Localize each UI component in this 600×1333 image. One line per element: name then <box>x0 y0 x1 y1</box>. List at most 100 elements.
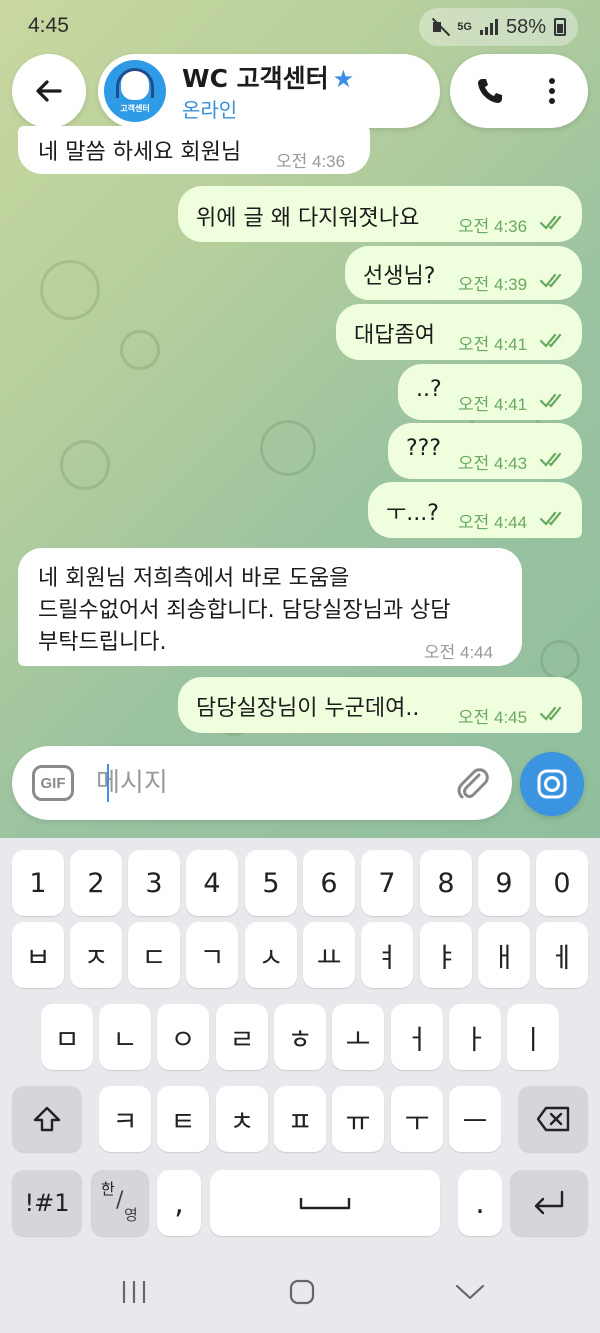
message-text: 선생님? <box>363 264 436 289</box>
message-text: ??? <box>406 436 442 461</box>
key-i[interactable]: ㅣ <box>507 1004 559 1070</box>
key-8[interactable]: 8 <box>420 850 472 916</box>
avatar[interactable]: 고객센터 <box>104 60 166 122</box>
headset-icon <box>116 68 154 98</box>
key-mieum[interactable]: ㅁ <box>41 1004 93 1070</box>
comma-key[interactable]: , <box>157 1170 201 1236</box>
key-yeo[interactable]: ㅕ <box>361 922 413 988</box>
message-text: 담당실장님이 누군데여.. <box>196 696 420 721</box>
key-chieut[interactable]: ㅊ <box>216 1086 268 1152</box>
back-nav-button[interactable] <box>440 1270 500 1314</box>
key-rieul[interactable]: ㄹ <box>216 1004 268 1070</box>
read-receipt-icon <box>540 393 562 408</box>
message-incoming[interactable]: 네 회원님 저희측에서 바로 도움을 드릴수없어서 죄송합니다. 담당실장님과 … <box>18 548 522 666</box>
recent-apps-icon <box>122 1281 146 1303</box>
read-receipt-icon <box>540 511 562 526</box>
signal-icon <box>479 19 498 35</box>
status-icons: 5G 58% <box>419 8 578 46</box>
more-options-button[interactable] <box>526 65 578 117</box>
message-time: 오전 4:41 <box>458 395 528 414</box>
message-outgoing[interactable]: 대답좀여 오전 4:41 <box>336 304 582 360</box>
header-actions <box>450 54 588 128</box>
lang-english-label: 영 <box>124 1206 138 1224</box>
message-time: 오전 4:36 <box>276 152 346 171</box>
message-time: 오전 4:36 <box>458 217 528 236</box>
gif-button[interactable]: GIF <box>32 765 74 801</box>
message-incoming[interactable]: 네 말씀 하세요 회원님 오전 4:36 <box>18 126 370 174</box>
key-nieun[interactable]: ㄴ <box>99 1004 151 1070</box>
key-yu[interactable]: ㅠ <box>332 1086 384 1152</box>
camera-button[interactable] <box>520 752 584 816</box>
mute-icon <box>431 18 449 36</box>
key-ya[interactable]: ㅑ <box>420 922 472 988</box>
background-doodle <box>120 330 160 370</box>
message-outgoing[interactable]: ㅜ...? 오전 4:44 <box>368 482 582 538</box>
key-a[interactable]: ㅏ <box>449 1004 501 1070</box>
avatar-label: 고객센터 <box>120 104 150 113</box>
space-key[interactable] <box>210 1170 440 1236</box>
message-text: ..? <box>416 377 442 402</box>
network-type: 5G <box>457 21 472 33</box>
background-doodle <box>60 440 110 490</box>
key-digeut[interactable]: ㄷ <box>128 922 180 988</box>
key-7[interactable]: 7 <box>361 850 413 916</box>
keyboard: 1 2 3 4 5 6 7 8 9 0 ㅂ ㅈ ㄷ ㄱ ㅅ ㅛ ㅕ ㅑ ㅐ ㅔ … <box>0 838 600 1248</box>
shift-icon <box>33 1106 61 1132</box>
key-2[interactable]: 2 <box>70 850 122 916</box>
back-button[interactable] <box>12 54 86 128</box>
backspace-key[interactable] <box>518 1086 588 1152</box>
key-9[interactable]: 9 <box>478 850 530 916</box>
key-tieut[interactable]: ㅌ <box>157 1086 209 1152</box>
phone-icon <box>478 79 502 103</box>
key-bieup[interactable]: ㅂ <box>12 922 64 988</box>
star-icon: ★ <box>332 65 355 93</box>
message-time: 오전 4:45 <box>458 708 528 727</box>
read-receipt-icon <box>540 215 562 230</box>
key-6[interactable]: 6 <box>303 850 355 916</box>
home-button[interactable] <box>272 1270 332 1314</box>
key-jieut[interactable]: ㅈ <box>70 922 122 988</box>
message-input[interactable] <box>96 762 436 804</box>
key-siot[interactable]: ㅅ <box>245 922 297 988</box>
message-outgoing[interactable]: ..? 오전 4:41 <box>398 364 582 420</box>
key-ieung[interactable]: ㅇ <box>157 1004 209 1070</box>
paperclip-icon[interactable] <box>452 763 492 803</box>
key-1[interactable]: 1 <box>12 850 64 916</box>
message-outgoing[interactable]: 담당실장님이 누군데여.. 오전 4:45 <box>178 677 582 733</box>
read-receipt-icon <box>540 452 562 467</box>
key-hieut[interactable]: ㅎ <box>274 1004 326 1070</box>
key-eu[interactable]: ㅡ <box>449 1086 501 1152</box>
key-e[interactable]: ㅔ <box>536 922 588 988</box>
symbols-key[interactable]: !#1 <box>12 1170 82 1236</box>
message-text: 위에 글 왜 다지워졋나요 <box>196 206 420 231</box>
enter-key[interactable] <box>510 1170 588 1236</box>
recent-apps-button[interactable] <box>104 1270 164 1314</box>
key-eo[interactable]: ㅓ <box>391 1004 443 1070</box>
key-kieuk[interactable]: ㅋ <box>99 1086 151 1152</box>
shift-key[interactable] <box>12 1086 82 1152</box>
call-button[interactable] <box>464 65 516 117</box>
key-5[interactable]: 5 <box>245 850 297 916</box>
message-time: 오전 4:43 <box>458 454 528 473</box>
key-o[interactable]: ㅗ <box>332 1004 384 1070</box>
key-3[interactable]: 3 <box>128 850 180 916</box>
key-u[interactable]: ㅜ <box>391 1086 443 1152</box>
key-pieup[interactable]: ㅍ <box>274 1086 326 1152</box>
message-time: 오전 4:41 <box>458 335 528 354</box>
key-4[interactable]: 4 <box>186 850 238 916</box>
message-text: 대답좀여 <box>354 323 435 348</box>
key-0[interactable]: 0 <box>536 850 588 916</box>
key-ae[interactable]: ㅐ <box>478 922 530 988</box>
arrow-left-icon <box>36 80 62 102</box>
message-outgoing[interactable]: 위에 글 왜 다지워졋나요 오전 4:36 <box>178 186 582 242</box>
message-text: 네 말씀 하세요 회원님 <box>38 140 242 165</box>
message-outgoing[interactable]: 선생님? 오전 4:39 <box>345 246 582 300</box>
message-text-line: 드릴수없어서 죄송합니다. 담당실장님과 상담 <box>38 598 451 623</box>
read-receipt-icon <box>540 706 562 721</box>
key-yo[interactable]: ㅛ <box>303 922 355 988</box>
period-key[interactable]: . <box>458 1170 502 1236</box>
chat-header[interactable]: 고객센터 WC 고객센터 ★ 온라인 <box>98 54 440 128</box>
language-switch-key[interactable]: 한 / 영 <box>91 1170 149 1236</box>
key-giyeok[interactable]: ㄱ <box>186 922 238 988</box>
message-outgoing[interactable]: ??? 오전 4:43 <box>388 423 582 479</box>
